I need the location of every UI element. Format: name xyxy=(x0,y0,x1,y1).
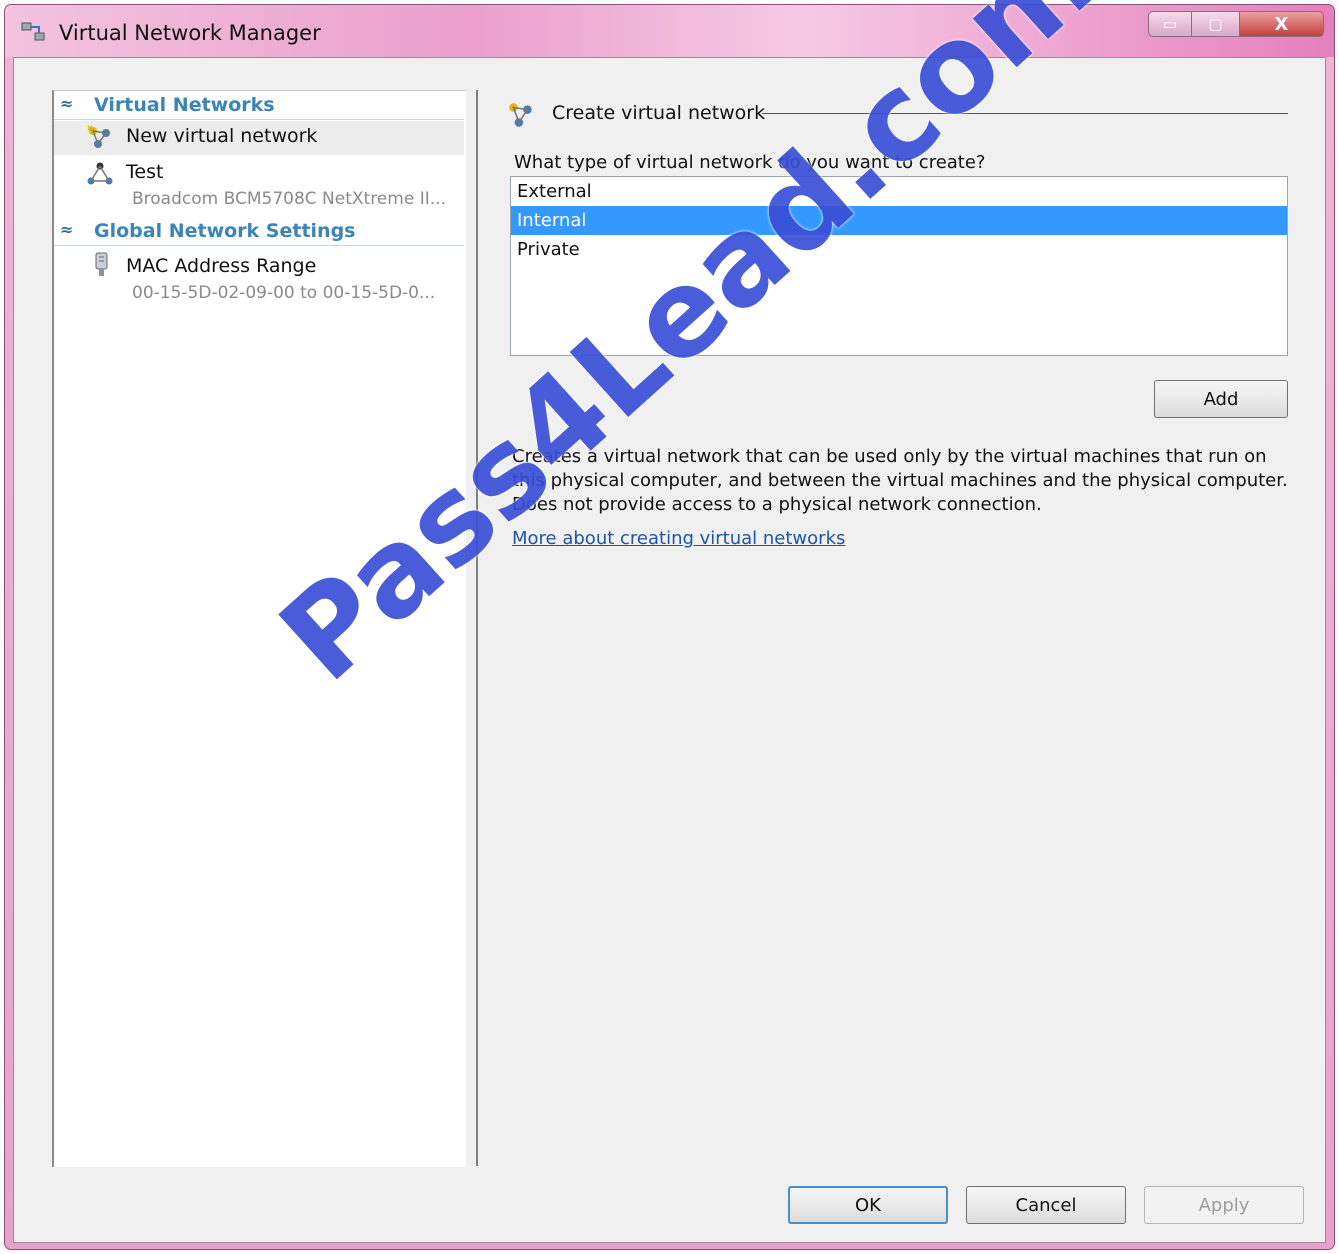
tree-item-subtitle: Broadcom BCM5708C NetXtreme II... xyxy=(132,189,446,209)
title-bar[interactable]: Virtual Network Manager ▭ ▢ X xyxy=(5,5,1334,57)
more-about-link[interactable]: More about creating virtual networks xyxy=(512,528,845,549)
cancel-button[interactable]: Cancel xyxy=(966,1186,1126,1224)
tree-item-label: MAC Address Range xyxy=(126,255,317,277)
maximize-button[interactable]: ▢ xyxy=(1192,11,1240,37)
apply-button[interactable]: Apply xyxy=(1144,1186,1304,1224)
collapse-chevron-icon[interactable]: ≈ xyxy=(60,220,73,239)
navigation-pane: ≈ Virtual Networks New virtual network T… xyxy=(52,90,466,1167)
network-manager-icon xyxy=(21,22,45,41)
add-button[interactable]: Add xyxy=(1154,380,1288,418)
group-divider-line xyxy=(762,113,1288,114)
collapse-chevron-icon[interactable]: ≈ xyxy=(60,94,73,113)
tree-item-mac-address-range[interactable]: MAC Address Range 00-15-5D-02-09-00 to 0… xyxy=(54,249,464,309)
group-title: Create virtual network xyxy=(552,102,776,124)
maximize-icon: ▢ xyxy=(1208,15,1223,33)
ok-button[interactable]: OK xyxy=(788,1186,948,1224)
pane-divider[interactable] xyxy=(476,90,478,1166)
section-virtual-networks[interactable]: ≈ Virtual Networks xyxy=(54,91,464,120)
network-type-prompt: What type of virtual network do you want… xyxy=(514,152,986,173)
close-icon: X xyxy=(1274,13,1289,35)
list-item-internal[interactable]: Internal xyxy=(511,206,1287,235)
network-type-description: Creates a virtual network that can be us… xyxy=(512,446,1288,515)
tree-item-test[interactable]: Test Broadcom BCM5708C NetXtreme II... xyxy=(54,157,464,217)
network-icon xyxy=(87,162,113,185)
group-title-row: Create virtual network xyxy=(506,100,1288,130)
section-label: Global Network Settings xyxy=(94,220,356,242)
tree-item-subtitle: 00-15-5D-02-09-00 to 00-15-5D-0... xyxy=(132,283,436,303)
minimize-icon: ▭ xyxy=(1162,15,1178,33)
network-type-list[interactable]: External Internal Private xyxy=(510,176,1288,356)
section-global-network-settings[interactable]: ≈ Global Network Settings xyxy=(54,217,464,246)
details-pane: Create virtual network What type of virt… xyxy=(480,90,1302,1166)
close-button[interactable]: X xyxy=(1240,11,1324,37)
mac-address-icon xyxy=(95,252,108,276)
new-network-icon xyxy=(87,125,110,148)
list-item-private[interactable]: Private xyxy=(511,235,1287,264)
minimize-button[interactable]: ▭ xyxy=(1148,11,1192,37)
caption-buttons: ▭ ▢ X xyxy=(1148,11,1324,39)
create-network-icon xyxy=(509,103,532,127)
tree-item-label: New virtual network xyxy=(126,125,318,147)
tree-item-label: Test xyxy=(126,161,164,183)
dialog-client-area: ≈ Virtual Networks New virtual network T… xyxy=(13,57,1326,1243)
list-item-external[interactable]: External xyxy=(511,177,1287,206)
section-label: Virtual Networks xyxy=(94,94,275,116)
window-title: Virtual Network Manager xyxy=(59,21,321,45)
tree-item-new-virtual-network[interactable]: New virtual network xyxy=(54,121,464,155)
virtual-network-manager-window: Virtual Network Manager ▭ ▢ X ≈ Virtual … xyxy=(4,0,1335,1250)
